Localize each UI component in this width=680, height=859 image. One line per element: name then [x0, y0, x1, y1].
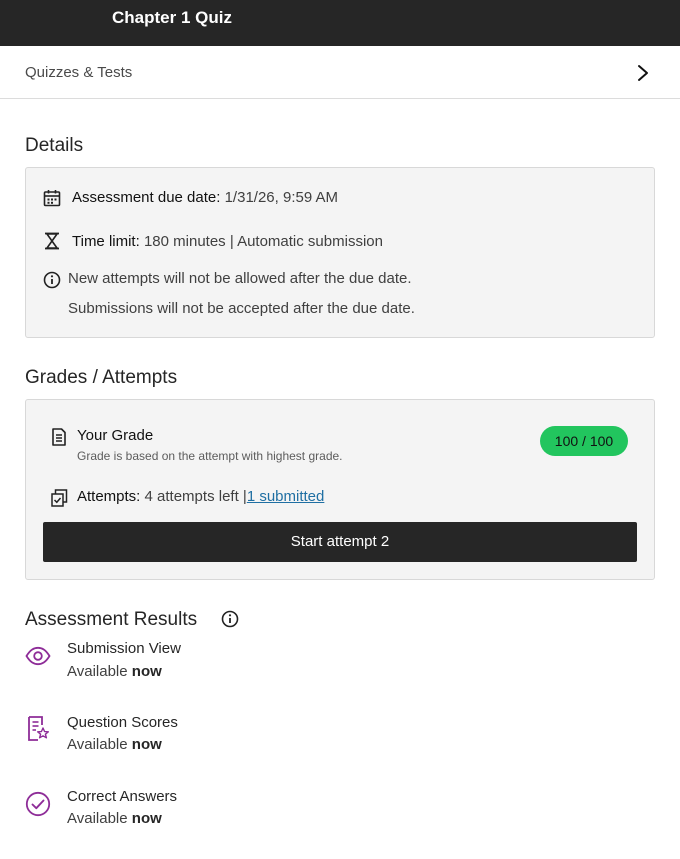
question-scores-title[interactable]: Question Scores — [67, 714, 178, 731]
grades-heading: Grades / Attempts — [25, 367, 178, 388]
time-limit-row: Time limit: 180 minutes | Automatic subm… — [72, 233, 383, 250]
attempts-row: Attempts: 4 attempts left |1 submitted — [77, 488, 324, 505]
results-info-icon[interactable] — [221, 610, 239, 628]
submission-view-title[interactable]: Submission View — [67, 640, 181, 657]
breadcrumb-label: Quizzes & Tests — [25, 64, 133, 81]
due-note-submissions: Submissions will not be accepted after t… — [68, 300, 415, 317]
document-star-icon — [28, 716, 49, 741]
your-grade-label: Your Grade — [77, 427, 154, 444]
chevron-right-icon[interactable] — [634, 63, 652, 83]
submitted-link[interactable]: 1 submitted — [247, 488, 325, 505]
results-heading: Assessment Results — [25, 609, 198, 630]
time-limit-label: Time limit: — [72, 233, 140, 250]
grade-document-icon — [52, 428, 66, 446]
attempts-label: Attempts: — [77, 488, 141, 505]
correct-answers-title[interactable]: Correct Answers — [67, 788, 177, 805]
info-icon — [43, 271, 61, 289]
hourglass-icon — [45, 232, 59, 250]
due-note-attempts: New attempts will not be allowed after t… — [68, 270, 412, 287]
correct-answers-availability: Available now — [67, 810, 162, 827]
due-date-label: Assessment due date: — [72, 189, 221, 206]
page-title: Chapter 1 Quiz — [112, 8, 232, 27]
question-scores-availability: Available now — [67, 736, 162, 753]
due-date-row: Assessment due date: 1/31/26, 9:59 AM — [72, 189, 338, 206]
time-limit-value: 180 minutes | Automatic submission — [143, 233, 383, 250]
top-bar: Chapter 1 Quiz — [0, 0, 680, 46]
attempts-icon — [51, 489, 68, 507]
due-date-value: 1/31/26, 9:59 AM — [224, 189, 339, 206]
calendar-icon — [43, 190, 61, 207]
details-heading: Details — [25, 135, 84, 156]
submission-view-availability: Available now — [67, 663, 162, 680]
eye-icon — [25, 646, 51, 666]
start-attempt-button[interactable]: Start attempt 2 — [43, 522, 637, 562]
grade-note: Grade is based on the attempt with highe… — [77, 449, 343, 463]
grade-badge[interactable]: 100 / 100 — [540, 426, 628, 456]
attempts-left: 4 attempts left | — [144, 488, 247, 505]
breadcrumb[interactable]: Quizzes & Tests — [0, 46, 680, 99]
check-circle-icon — [25, 791, 51, 817]
